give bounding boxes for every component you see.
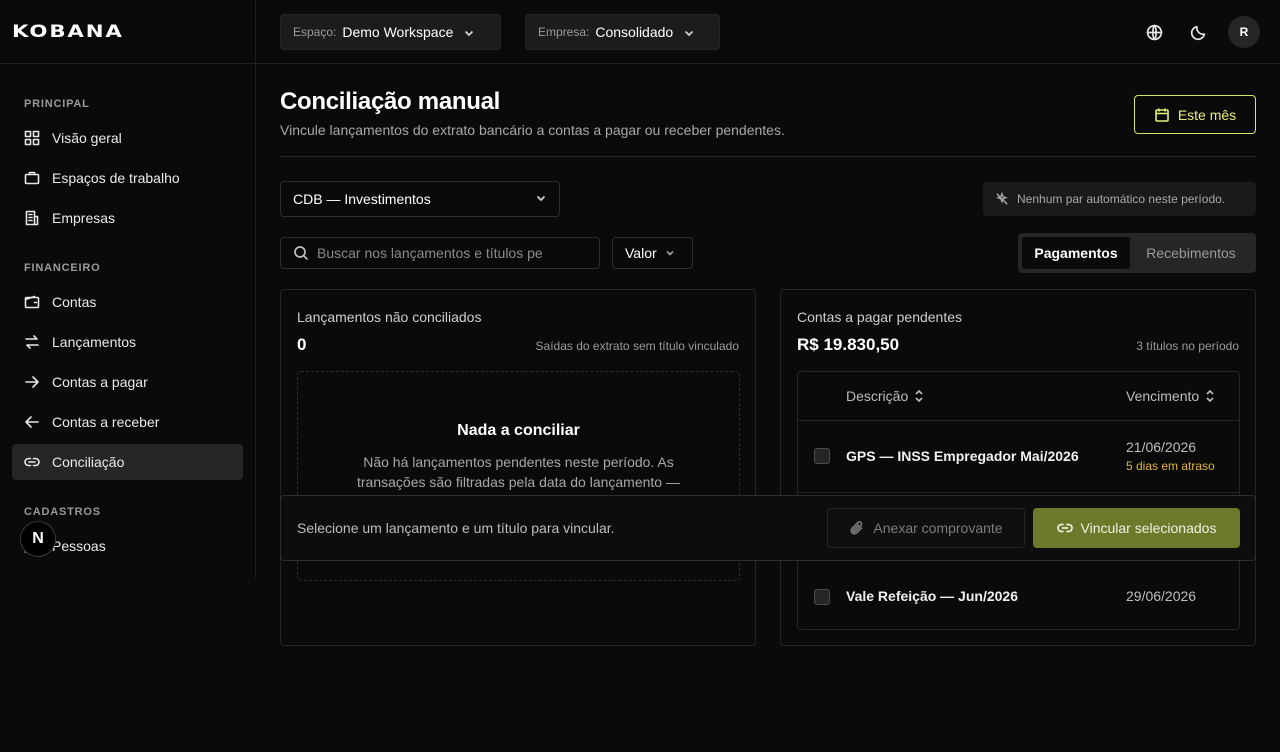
- nav-section-principal: PRINCIPAL: [24, 98, 90, 110]
- sidebar: KOBANA PRINCIPAL Visão geral Espaços de …: [0, 0, 256, 578]
- arrow-right-icon: [24, 374, 40, 390]
- period-button[interactable]: Este mês: [1134, 95, 1256, 134]
- empty-state-title: Nada a conciliar: [457, 422, 580, 439]
- panel-title: Contas a pagar pendentes: [797, 309, 963, 325]
- sort-icon: [915, 389, 923, 403]
- arrow-left-icon: [24, 414, 40, 430]
- sidebar-item-label: Contas a receber: [52, 414, 160, 430]
- nav-section-financeiro: FINANCEIRO: [24, 262, 101, 274]
- sidebar-item-espacos[interactable]: Espaços de trabalho: [12, 160, 243, 196]
- link-icon: [1056, 523, 1073, 533]
- sparkle-off-icon: [996, 192, 1008, 205]
- value-filter-button[interactable]: Valor: [612, 237, 693, 269]
- tab-recebimentos[interactable]: Recebimentos: [1130, 237, 1252, 269]
- link-selected-label: Vincular selecionados: [1080, 520, 1217, 536]
- briefcase-icon: [24, 170, 40, 186]
- payables-panel: Contas a pagar pendentes R$ 19.830,50 3 …: [780, 289, 1256, 646]
- row-due-date: 21/06/2026: [1126, 439, 1197, 455]
- link-selected-button[interactable]: Vincular selecionados: [1033, 508, 1240, 548]
- sidebar-item-contas-a-receber[interactable]: Contas a receber: [12, 404, 243, 440]
- kobana-logo[interactable]: KOBANA: [12, 22, 124, 42]
- row-overdue-badge: 5 dias em atraso: [1126, 459, 1215, 473]
- link-icon: [24, 454, 40, 470]
- logo-area: KOBANA: [0, 0, 255, 64]
- sidebar-item-label: Empresas: [52, 210, 116, 226]
- paperclip-icon: [850, 521, 863, 535]
- table-header: Descrição Vencimento: [798, 372, 1239, 421]
- chevron-down-icon: [666, 250, 674, 256]
- row-description: GPS — INSS Empregador Mai/2026: [846, 448, 1079, 464]
- attach-receipt-button[interactable]: Anexar comprovante: [827, 508, 1025, 548]
- chevron-down-icon: [683, 26, 695, 38]
- panel-meta: 3 títulos no período: [1136, 339, 1239, 353]
- payables-total: R$ 19.830,50: [797, 335, 900, 354]
- column-due-date[interactable]: Vencimento: [1126, 388, 1215, 404]
- column-description[interactable]: Descrição: [846, 388, 924, 404]
- calendar-icon: [1155, 108, 1169, 122]
- account-select[interactable]: CDB — Investimentos: [280, 181, 560, 217]
- sidebar-item-empresas[interactable]: Empresas: [12, 200, 243, 236]
- dashboard-icon: [24, 130, 40, 146]
- page-title: Conciliação manual: [280, 88, 500, 115]
- company-value: Consolidado: [595, 24, 674, 40]
- workspace-value: Demo Workspace: [342, 24, 454, 40]
- column-label: Vencimento: [1126, 388, 1200, 404]
- row-checkbox[interactable]: [814, 448, 830, 464]
- type-toggle: Pagamentos Recebimentos: [1018, 233, 1256, 273]
- search-icon: [294, 246, 309, 261]
- tab-pagamentos[interactable]: Pagamentos: [1022, 237, 1130, 269]
- sidebar-item-lancamentos[interactable]: Lançamentos: [12, 324, 243, 360]
- wallet-icon: [24, 294, 40, 310]
- row-checkbox[interactable]: [814, 589, 830, 605]
- auto-match-text: Nenhum par automático neste período.: [1017, 192, 1226, 206]
- sidebar-item-label: Conciliação: [52, 454, 125, 470]
- arrows-exchange-icon: [24, 334, 40, 350]
- sidebar-item-label: Visão geral: [52, 130, 122, 146]
- sidebar-item-contas[interactable]: Contas: [12, 284, 243, 320]
- workspace-label: Espaço:: [293, 25, 337, 39]
- account-select-value: CDB — Investimentos: [293, 191, 431, 207]
- sidebar-item-contas-a-pagar[interactable]: Contas a pagar: [12, 364, 243, 400]
- avatar[interactable]: R: [1228, 16, 1260, 48]
- unreconciled-count: 0: [297, 335, 307, 354]
- workspace-selector[interactable]: Espaço: Demo Workspace: [280, 14, 501, 50]
- panel-title: Lançamentos não conciliados: [297, 309, 482, 325]
- panel-meta: Saídas do extrato sem título vinculado: [535, 339, 739, 353]
- dev-badge[interactable]: N: [20, 521, 56, 557]
- value-filter-label: Valor: [625, 245, 657, 261]
- action-bar: Selecione um lançamento e um título para…: [280, 495, 1256, 561]
- row-due-date: 29/06/2026: [1126, 588, 1197, 604]
- chevron-down-icon: [535, 191, 547, 207]
- chevron-down-icon: [463, 26, 475, 38]
- company-label: Empresa:: [538, 25, 590, 39]
- topbar: Espaço: Demo Workspace Empresa: Consolid…: [256, 0, 1280, 64]
- row-description: Vale Refeição — Jun/2026: [846, 588, 1018, 604]
- sidebar-item-label: Contas a pagar: [52, 374, 148, 390]
- nav-section-cadastros: CADASTROS: [24, 506, 101, 518]
- building-icon: [24, 210, 40, 226]
- sidebar-item-label: Lançamentos: [52, 334, 137, 350]
- unreconciled-panel: Lançamentos não conciliados 0 Saídas do …: [280, 289, 756, 646]
- table-row[interactable]: Vale Refeição — Jun/2026 29/06/2026: [798, 562, 1239, 629]
- company-selector[interactable]: Empresa: Consolidado: [525, 14, 720, 50]
- globe-icon[interactable]: [1138, 16, 1170, 48]
- period-button-label: Este mês: [1177, 106, 1237, 123]
- sidebar-item-label: Contas: [52, 294, 97, 310]
- empty-state-text: Não há lançamentos pendentes neste perío…: [357, 454, 680, 490]
- sidebar-item-conciliacao[interactable]: Conciliação: [12, 444, 243, 480]
- sidebar-item-visao-geral[interactable]: Visão geral: [12, 120, 243, 156]
- header-divider: [280, 156, 1256, 157]
- sidebar-item-label: Pessoas: [52, 538, 106, 554]
- search-input[interactable]: [317, 245, 563, 261]
- attach-receipt-label: Anexar comprovante: [873, 520, 1003, 536]
- column-label: Descrição: [846, 388, 909, 404]
- moon-icon[interactable]: [1182, 16, 1214, 48]
- action-hint: Selecione um lançamento e um título para…: [297, 520, 615, 536]
- sort-icon: [1206, 389, 1214, 403]
- sidebar-item-label: Espaços de trabalho: [52, 170, 180, 186]
- search-box: [280, 237, 600, 269]
- table-row[interactable]: GPS — INSS Empregador Mai/2026 21/06/202…: [798, 421, 1239, 493]
- page-subtitle: Vincule lançamentos do extrato bancário …: [280, 122, 785, 138]
- auto-match-note: Nenhum par automático neste período.: [983, 182, 1256, 216]
